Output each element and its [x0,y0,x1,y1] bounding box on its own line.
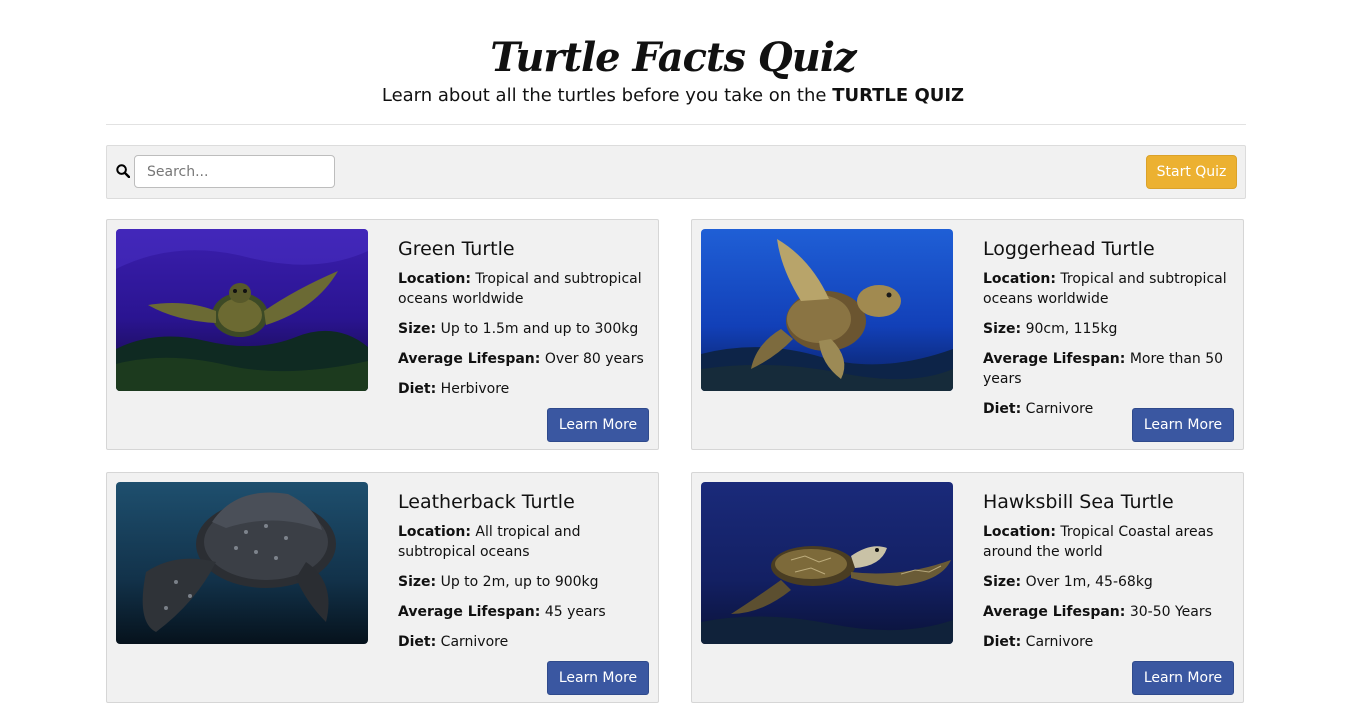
turtle-card: Loggerhead Turtle Location: Tropical and… [691,219,1244,450]
turtle-name: Leatherback Turtle [398,491,575,513]
diet-value: Carnivore [1025,634,1094,650]
diet-label: Diet: [983,634,1022,650]
page-subtitle: Learn about all the turtles before you t… [0,84,1346,108]
diet-label: Diet: [398,381,437,397]
diet-value: Carnivore [1025,401,1094,417]
size-label: Size: [398,574,437,590]
search-input[interactable] [134,155,335,188]
learn-more-button[interactable]: Learn More [547,661,649,695]
turtle-diet: Diet: Carnivore [983,632,1233,652]
turtle-name: Hawksbill Sea Turtle [983,491,1174,513]
turtle-image [116,482,368,644]
diet-value: Carnivore [440,634,509,650]
start-quiz-button[interactable]: Start Quiz [1146,155,1237,189]
turtle-location: Location: Tropical and subtropical ocean… [398,269,648,309]
diet-label: Diet: [398,634,437,650]
size-value: Up to 1.5m and up to 300kg [440,321,639,337]
turtle-card: Hawksbill Sea Turtle Location: Tropical … [691,472,1244,703]
subtitle-text: Learn about all the turtles before you t… [381,85,833,106]
turtle-info: Leatherback Turtle Location: All tropica… [398,489,648,662]
size-value: Up to 2m, up to 900kg [440,574,599,590]
lifespan-label: Average Lifespan: [983,604,1126,620]
size-value: 90cm, 115kg [1025,321,1118,337]
turtle-image [116,229,368,391]
location-label: Location: [983,524,1056,540]
diet-label: Diet: [983,401,1022,417]
lifespan-label: Average Lifespan: [398,351,541,367]
toolbar: Start Quiz [106,145,1246,199]
turtle-location: Location: All tropical and subtropical o… [398,522,648,562]
location-label: Location: [983,271,1056,287]
search-icon [116,163,131,179]
turtle-info: Hawksbill Sea Turtle Location: Tropical … [983,489,1233,662]
subtitle-emphasis: TURTLE QUIZ [832,85,965,106]
turtle-name: Loggerhead Turtle [983,238,1155,260]
turtle-lifespan: Average Lifespan: More than 50 years [983,349,1233,389]
turtle-size: Size: Over 1m, 45-68kg [983,572,1233,592]
turtle-image [701,482,953,644]
learn-more-button[interactable]: Learn More [1132,661,1234,695]
turtle-location: Location: Tropical and subtropical ocean… [983,269,1233,309]
turtle-lifespan: Average Lifespan: 30-50 Years [983,602,1233,622]
location-label: Location: [398,271,471,287]
learn-more-button[interactable]: Learn More [1132,408,1234,442]
page-header: Turtle Facts Quiz Learn about all the tu… [0,0,1346,108]
turtle-location: Location: Tropical Coastal areas around … [983,522,1233,562]
lifespan-value: 45 years [544,604,606,620]
lifespan-value: Over 80 years [544,351,644,367]
location-label: Location: [398,524,471,540]
lifespan-label: Average Lifespan: [983,351,1126,367]
lifespan-value: 30-50 Years [1129,604,1212,620]
turtle-info: Loggerhead Turtle Location: Tropical and… [983,236,1233,429]
turtle-lifespan: Average Lifespan: Over 80 years [398,349,648,369]
turtle-card: Leatherback Turtle Location: All tropica… [106,472,659,703]
turtle-info: Green Turtle Location: Tropical and subt… [398,236,648,409]
size-label: Size: [983,321,1022,337]
size-value: Over 1m, 45-68kg [1025,574,1153,590]
lifespan-label: Average Lifespan: [398,604,541,620]
turtle-name: Green Turtle [398,238,515,260]
turtle-image [701,229,953,391]
learn-more-button[interactable]: Learn More [547,408,649,442]
turtle-size: Size: Up to 2m, up to 900kg [398,572,648,592]
turtle-diet: Diet: Herbivore [398,379,648,399]
turtle-diet: Diet: Carnivore [398,632,648,652]
size-label: Size: [398,321,437,337]
size-label: Size: [983,574,1022,590]
turtle-card: Green Turtle Location: Tropical and subt… [106,219,659,450]
turtle-size: Size: Up to 1.5m and up to 300kg [398,319,648,339]
page-title: Turtle Facts Quiz [490,34,857,81]
turtle-lifespan: Average Lifespan: 45 years [398,602,648,622]
diet-value: Herbivore [440,381,510,397]
header-divider [106,124,1246,125]
turtle-size: Size: 90cm, 115kg [983,319,1233,339]
